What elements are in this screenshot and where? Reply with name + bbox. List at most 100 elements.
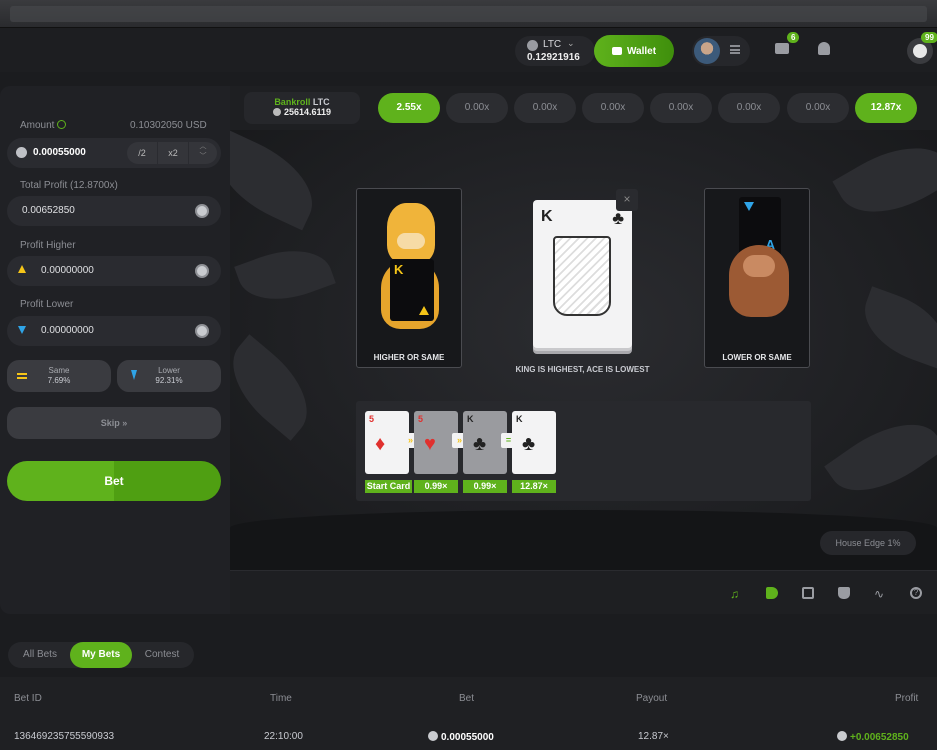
jungle-leaf (853, 286, 937, 369)
game-area: Bankroll LTC 25614.6119 2.55x 0.00x 0.00… (230, 86, 937, 614)
king-artwork (553, 236, 611, 316)
wallet-icon (611, 46, 622, 55)
giraffe-mascot-icon (387, 203, 435, 263)
music-icon[interactable]: ♫ (730, 587, 742, 601)
game-toolbar: ♫ ∿ ? (230, 570, 937, 614)
arrow-down-icon (744, 202, 754, 211)
close-icon[interactable]: × (616, 189, 638, 211)
info-icon[interactable] (57, 120, 67, 129)
current-card: K ♣ (533, 200, 632, 348)
jungle-leaf (824, 403, 937, 512)
lower-button[interactable]: Lower 92.31% (117, 360, 221, 392)
top-bar: LTC ⌄ 0.12921916 Wallet 6 99 (0, 28, 937, 72)
mail-count-badge: 6 (787, 32, 800, 43)
keyboard-icon[interactable] (802, 587, 814, 599)
amount-input[interactable]: 0.00055000 (33, 147, 86, 158)
bell-icon[interactable] (818, 42, 830, 55)
diamond-icon: ♦ (375, 433, 386, 455)
payout-cell: 12.87× (638, 731, 669, 742)
higher-card: K (390, 259, 434, 321)
clubs-icon: ♣ (522, 433, 536, 455)
multiplier-chip: 0.00x (650, 93, 712, 123)
wallet-label: Wallet (626, 45, 657, 57)
profit-lower-value: 0.00000000 (41, 325, 94, 336)
skip-button[interactable]: Skip » (7, 407, 221, 439)
history-card-rank: K (467, 414, 474, 424)
arrow-down-icon (131, 370, 137, 380)
column-header: Bet (459, 693, 475, 704)
history-card: K ♣ (512, 411, 556, 474)
litecoin-icon (428, 731, 438, 741)
help-icon[interactable]: ? (910, 587, 922, 599)
column-header: Profit (895, 693, 919, 704)
house-edge-badge: House Edge 1% (820, 531, 916, 555)
arrow-up-icon (419, 306, 429, 315)
currency-code: LTC (543, 39, 562, 50)
multiplier-chip: 12.87x (855, 93, 917, 123)
bankroll-label: Bankroll LTC (274, 97, 330, 107)
multiplier-bar: Bankroll LTC 25614.6119 2.55x 0.00x 0.00… (230, 86, 937, 130)
litecoin-icon (195, 264, 209, 278)
amount-field[interactable]: 0.00055000 /2 x2 ︿ ﹀ (7, 138, 221, 168)
browser-url-bar[interactable] (10, 6, 927, 22)
profit-cell: +0.00652850 (837, 731, 909, 743)
same-button[interactable]: Same 7.69% (7, 360, 111, 392)
chevron-down-icon[interactable]: ﹀ (200, 153, 207, 160)
time-cell: 22:10:00 (264, 731, 303, 742)
tab-contest[interactable]: Contest (132, 642, 192, 668)
same-probability: 7.69% (47, 376, 71, 385)
rank-hint: KING IS HIGHEST, ACE IS LOWEST (515, 365, 650, 374)
double-chevron-right-icon: » (122, 418, 128, 428)
profile-icon (913, 44, 927, 58)
tab-all-bets[interactable]: All Bets (10, 642, 70, 668)
jungle-leaf (230, 130, 328, 231)
history-card-rank: K (516, 414, 523, 424)
skip-label: Skip (100, 418, 120, 428)
lower-or-same-label: LOWER OR SAME (722, 353, 792, 362)
half-button[interactable]: /2 (127, 142, 157, 164)
stats-icon[interactable]: ∿ (874, 587, 886, 601)
tab-my-bets[interactable]: My Bets (70, 642, 132, 668)
fairness-icon[interactable] (838, 587, 850, 599)
higher-card-rank: K (394, 262, 404, 277)
history-card-rank: 5 (369, 414, 375, 424)
history-label: 0.99× (463, 480, 507, 493)
multiplier-chip: 0.00x (446, 93, 508, 123)
profit-higher-value: 0.00000000 (41, 265, 94, 276)
total-profit-field: 0.00652850 (7, 196, 221, 226)
chevron-up-icon[interactable]: ︿ (200, 143, 207, 150)
higher-or-same-option[interactable]: K HIGHER OR SAME (356, 188, 462, 368)
column-header: Bet ID (14, 693, 42, 704)
double-button[interactable]: x2 (158, 142, 188, 164)
amount-usd: 0.10302050 USD (130, 120, 207, 131)
game-stage: K HIGHER OR SAME K ♣ × A LOWER OR SAME K… (230, 130, 937, 570)
bets-tabs: All Bets My Bets Contest (8, 642, 194, 668)
column-header: Payout (636, 693, 668, 704)
bet-button[interactable]: Bet (7, 461, 221, 501)
currency-selector[interactable]: LTC ⌄ 0.12921916 (515, 36, 595, 66)
mail-icon[interactable] (775, 43, 789, 54)
chevron-down-icon: ⌄ (567, 38, 575, 48)
equals-icon (17, 373, 27, 375)
litecoin-icon (195, 204, 209, 218)
jungle-leaf (832, 130, 937, 234)
clubs-icon: ♣ (612, 208, 624, 228)
bankroll-display: Bankroll LTC 25614.6119 (244, 92, 360, 124)
lower-or-same-option[interactable]: A LOWER OR SAME (704, 188, 810, 368)
profit-higher-label: Profit Higher (20, 240, 76, 251)
profit-higher-field: 0.00000000 (7, 256, 221, 286)
menu-icon (730, 45, 740, 54)
amount-stepper[interactable]: ︿ ﹀ (189, 142, 217, 164)
user-menu[interactable] (692, 36, 750, 66)
sound-icon[interactable] (766, 587, 778, 599)
litecoin-icon (16, 147, 27, 158)
wallet-button[interactable]: Wallet (594, 35, 674, 67)
gorilla-mascot-icon (729, 245, 789, 317)
bet-id-cell[interactable]: 136469235755590933 (14, 731, 114, 742)
heart-icon: ♥ (424, 433, 436, 455)
profile-badge: 99 (921, 32, 937, 43)
amount-label: Amount (20, 120, 67, 131)
history-label: Start Card (365, 480, 412, 493)
multiplier-chip: 0.00x (718, 93, 780, 123)
litecoin-icon (195, 324, 209, 338)
